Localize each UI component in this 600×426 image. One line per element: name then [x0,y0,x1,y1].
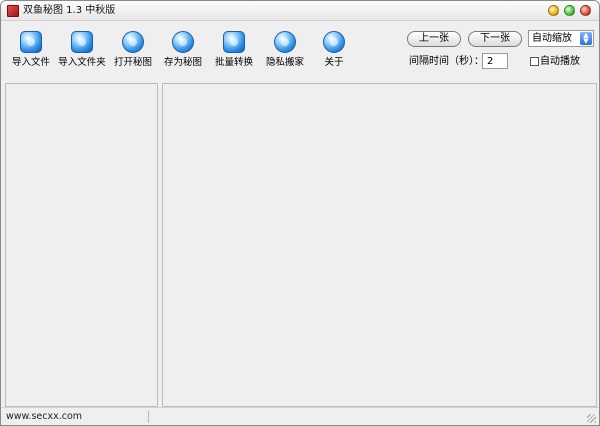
about-label: 关于 [324,57,344,68]
zoom-mode-value: 自动缩放 [532,33,572,44]
image-preview-panel[interactable] [162,83,597,407]
save-secret-image-button[interactable]: 存为秘图 [163,31,203,69]
interval-label: 间隔时间（秒）： [409,56,484,67]
window-title: 双鱼秘图 1.3 中秋版 [23,5,116,16]
open-secret-image-icon [122,31,144,53]
zoom-mode-select[interactable]: 自动缩放 ▲ ▼ [528,30,594,47]
maximize-button[interactable] [564,5,575,16]
batch-convert-button[interactable]: 批量转换 [214,31,254,69]
save-secret-image-icon [172,31,194,53]
save-secret-image-label: 存为秘图 [163,57,202,68]
privacy-move-icon [274,31,296,53]
import-file-button[interactable]: 导入文件 [11,31,51,69]
autoplay-label[interactable]: 自动播放 [540,55,580,68]
status-bar: www.secxx.com [1,407,599,425]
app-window: 双鱼秘图 1.3 中秋版 导入文件 导入文件夹 打开秘图 存为秘图 批量转换 隐… [0,0,600,426]
import-file-icon [20,31,42,53]
open-secret-image-label: 打开秘图 [113,57,152,68]
privacy-move-button[interactable]: 隐私搬家 [265,31,305,69]
about-button[interactable]: 关于 [319,31,349,69]
import-file-label: 导入文件 [11,57,50,68]
toolbar: 导入文件 导入文件夹 打开秘图 存为秘图 批量转换 隐私搬家 关于 上一张 下一… [1,21,599,79]
close-button[interactable] [580,5,591,16]
select-arrow-icon[interactable]: ▲ ▼ [580,32,592,45]
file-list-panel[interactable] [5,83,158,407]
resize-grip-icon[interactable] [587,414,596,423]
title-bar[interactable]: 双鱼秘图 1.3 中秋版 [1,1,599,21]
app-icon [7,5,19,17]
batch-convert-label: 批量转换 [214,57,253,68]
about-icon [323,31,345,53]
interval-input[interactable] [482,53,508,69]
import-folder-icon [71,31,93,53]
privacy-move-label: 隐私搬家 [265,57,304,68]
import-folder-button[interactable]: 导入文件夹 [58,31,106,69]
open-secret-image-button[interactable]: 打开秘图 [113,31,153,69]
status-url: www.secxx.com [6,411,83,422]
autoplay-checkbox[interactable] [530,57,539,66]
batch-convert-icon [223,31,245,53]
next-image-button[interactable]: 下一张 [468,31,522,47]
status-divider [148,411,149,423]
previous-image-button[interactable]: 上一张 [407,31,461,47]
import-folder-label: 导入文件夹 [58,57,106,68]
minimize-button[interactable] [548,5,559,16]
